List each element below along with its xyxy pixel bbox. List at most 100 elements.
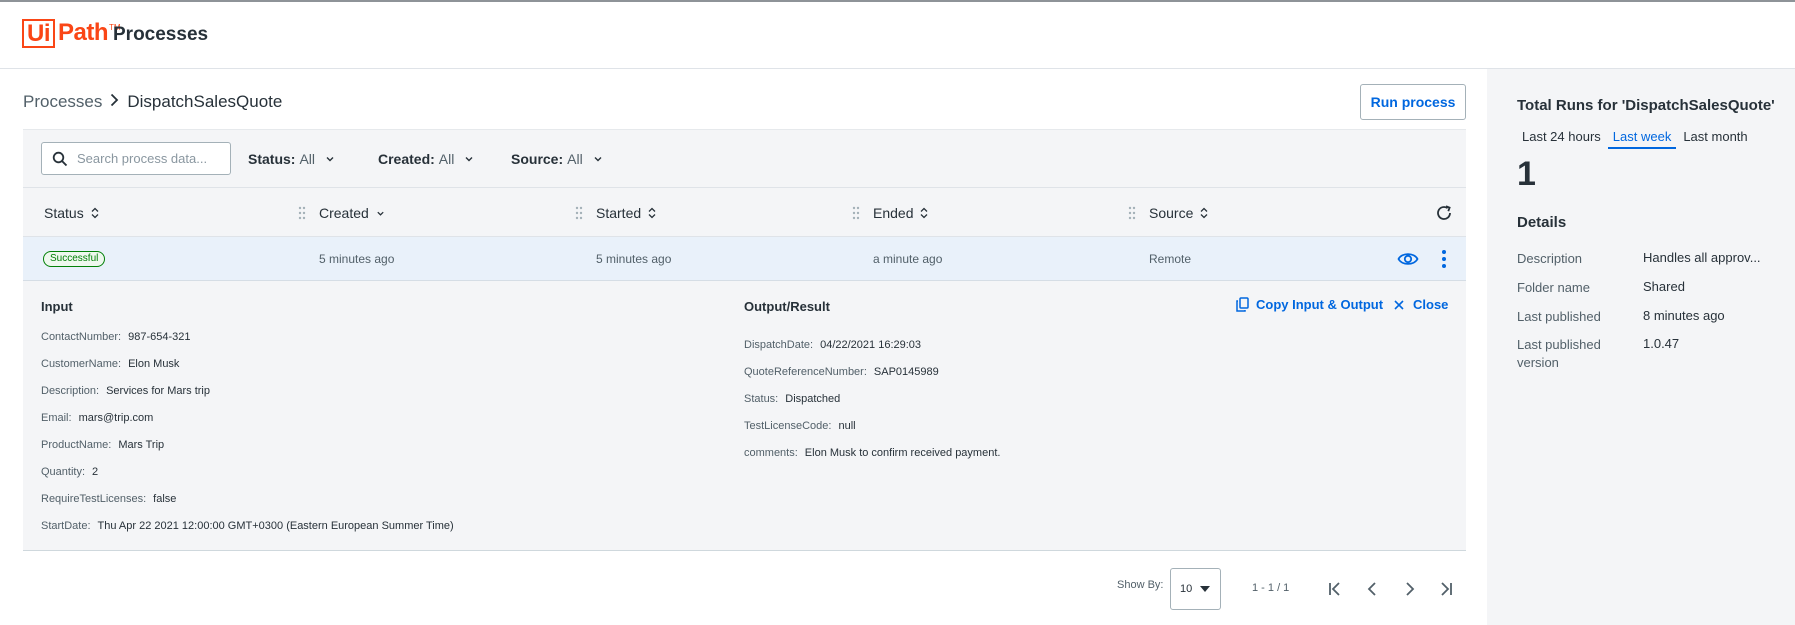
drag-handle-icon[interactable] [1128, 206, 1136, 220]
chevron-down-icon [377, 211, 384, 216]
tab-last-24-hours[interactable]: Last 24 hours [1517, 127, 1606, 149]
table-row[interactable]: Successful 5 minutes ago 5 minutes ago a… [23, 237, 1466, 281]
field-key: Status: [744, 393, 779, 405]
field-value: mars@trip.com [78, 412, 154, 424]
status-filter-label: Status: [248, 151, 296, 167]
sort-icon [921, 207, 928, 219]
cell-started: 5 minutes ago [596, 252, 672, 266]
column-header-created[interactable]: Created [319, 205, 385, 221]
output-field: TestLicenseCode: null [744, 420, 856, 432]
close-button-label: Close [1413, 297, 1449, 312]
logo-ui-mark: Ui [22, 18, 55, 48]
source-filter-label: Source: [511, 151, 564, 167]
detail-value: 8 minutes ago [1643, 308, 1725, 323]
column-header-started[interactable]: Started [596, 205, 656, 221]
page-range: 1 - 1 / 1 [1252, 582, 1290, 594]
status-badge: Successful [43, 251, 106, 267]
search-icon [52, 151, 68, 166]
field-value: Elon Musk [128, 358, 180, 370]
detail-key: Description [1517, 251, 1583, 266]
source-filter-value: All [567, 151, 583, 167]
total-runs-count: 1 [1517, 155, 1536, 193]
detail-key: Last published [1517, 309, 1601, 324]
time-range-tabs: Last 24 hours Last week Last month [1517, 127, 1755, 149]
created-filter-label: Created: [378, 151, 435, 167]
run-process-button[interactable]: Run process [1360, 84, 1466, 120]
output-field: Status: Dispatched [744, 393, 840, 405]
page-size-value: 10 [1180, 583, 1193, 595]
drag-handle-icon[interactable] [852, 206, 860, 220]
copy-input-output-button[interactable]: Copy Input & Output [1236, 297, 1383, 312]
detail-value: Shared [1643, 279, 1685, 294]
field-value: false [153, 493, 177, 505]
search-input[interactable] [77, 151, 227, 166]
field-key: ContactNumber: [41, 331, 122, 343]
app-title: Processes [113, 24, 209, 45]
cell-source: Remote [1149, 252, 1192, 266]
first-page-icon[interactable] [1327, 581, 1345, 597]
column-label: Ended [873, 205, 914, 221]
close-icon [1394, 299, 1404, 310]
drag-handle-icon[interactable] [298, 206, 306, 220]
chevron-down-icon [594, 157, 602, 162]
column-header-status[interactable]: Status [44, 205, 99, 221]
page-size-select[interactable]: 10 [1170, 568, 1221, 610]
uipath-logo[interactable]: Ui Path TM [22, 17, 121, 49]
detail-key: Folder name [1517, 280, 1590, 295]
field-value: 987-654-321 [128, 331, 191, 343]
field-key: StartDate: [41, 520, 91, 532]
copy-icon [1236, 297, 1249, 312]
sort-icon [91, 207, 99, 219]
table-header: Status Created Started Ended Source [23, 187, 1466, 237]
field-value: Mars Trip [118, 439, 165, 451]
main-content: Processes DispatchSalesQuote Run process… [0, 69, 1487, 625]
details-heading: Details [1517, 214, 1567, 231]
chevron-down-icon [326, 157, 334, 162]
tab-last-week[interactable]: Last week [1607, 127, 1677, 149]
close-details-button[interactable]: Close [1394, 297, 1448, 312]
field-key: ProductName: [41, 439, 112, 451]
field-key: Description: [41, 385, 100, 397]
status-filter[interactable]: Status: All [248, 151, 335, 167]
sort-icon [648, 207, 656, 219]
search-box[interactable] [41, 142, 231, 175]
eye-icon[interactable] [1397, 250, 1419, 268]
show-by-label: Show By: [1117, 579, 1164, 591]
breadcrumb-root[interactable]: Processes [23, 92, 102, 112]
column-header-ended[interactable]: Ended [873, 205, 928, 221]
field-value: SAP0145989 [873, 366, 939, 378]
output-field: comments: Elon Musk to confirm received p… [744, 447, 1000, 459]
input-field: Email: mars@trip.com [41, 412, 153, 424]
created-filter-value: All [438, 151, 455, 167]
cell-created: 5 minutes ago [319, 252, 395, 266]
field-key: Email: [41, 412, 72, 424]
input-field: Description: Services for Mars trip [41, 385, 210, 397]
column-label: Created [319, 205, 369, 221]
chevron-right-icon [110, 92, 119, 112]
status-filter-value: All [299, 151, 316, 167]
input-field: CustomerName: Elon Musk [41, 358, 179, 370]
top-bar: Ui Path TM Processes [0, 0, 1795, 69]
more-vertical-icon[interactable] [1441, 249, 1447, 269]
output-field: QuoteReferenceNumber: SAP0145989 [744, 366, 939, 378]
created-filter[interactable]: Created: All [378, 151, 474, 167]
drag-handle-icon[interactable] [575, 206, 583, 220]
tab-last-month[interactable]: Last month [1678, 127, 1752, 149]
input-field: RequireTestLicenses: false [41, 493, 176, 505]
field-key: QuoteReferenceNumber: [744, 366, 867, 378]
field-value: Elon Musk to confirm received payment. [804, 447, 1001, 459]
field-key: Quantity: [41, 466, 86, 478]
caret-down-icon [1200, 586, 1210, 592]
chevron-down-icon [465, 157, 473, 162]
column-label: Status [44, 205, 84, 221]
refresh-icon[interactable] [1435, 204, 1453, 222]
field-key: RequireTestLicenses: [41, 493, 147, 505]
detail-key: Last published version [1517, 337, 1601, 370]
next-page-icon[interactable] [1400, 581, 1418, 597]
last-page-icon[interactable] [1436, 581, 1454, 597]
column-header-source[interactable]: Source [1149, 205, 1208, 221]
field-key: TestLicenseCode: [744, 420, 832, 432]
prev-page-icon[interactable] [1364, 581, 1382, 597]
source-filter[interactable]: Source: All [511, 151, 603, 167]
field-key: comments: [744, 447, 798, 459]
